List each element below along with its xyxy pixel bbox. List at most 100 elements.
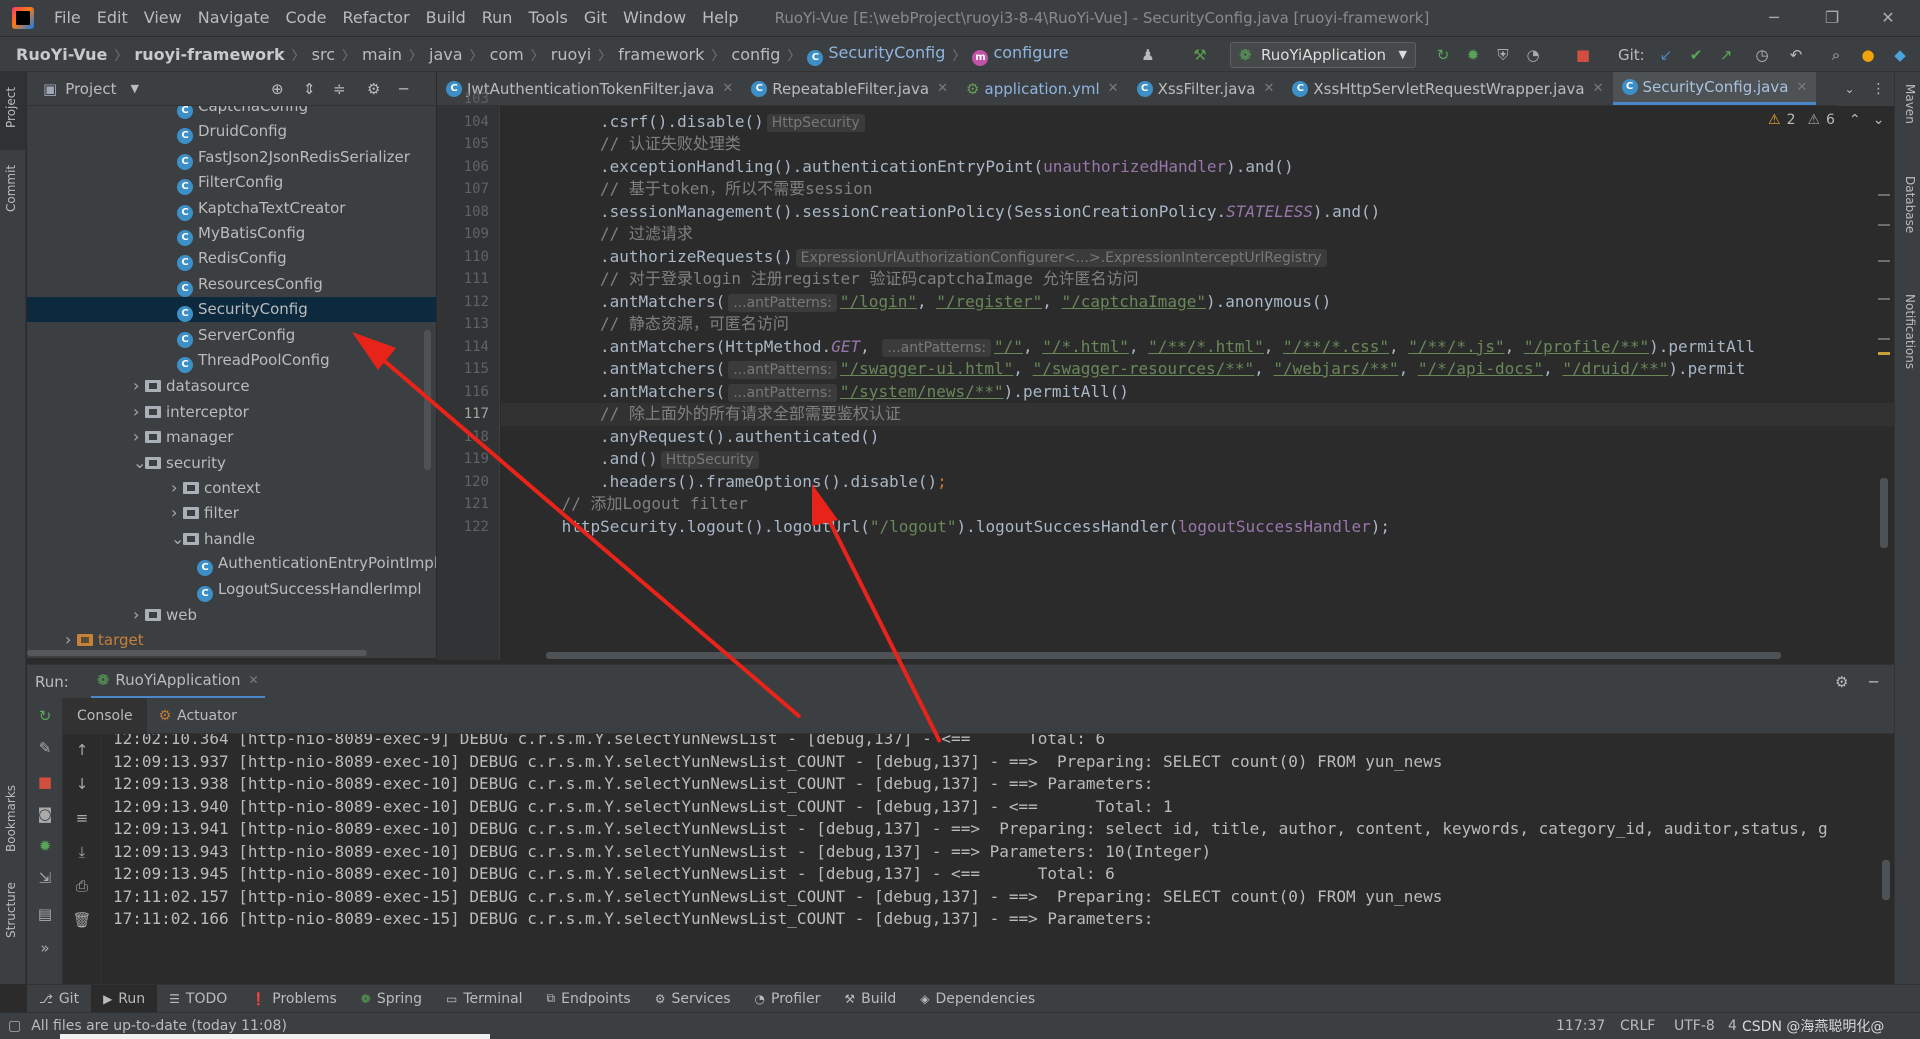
editor-tab-xsshttpservletrequestwrapper-java[interactable]: C XssHttpServletRequestWrapper.java ✕ — [1283, 72, 1612, 105]
user-icon[interactable]: ♟ — [1138, 45, 1158, 65]
breadcrumb-item[interactable]: config — [729, 45, 782, 64]
commit-tool-button[interactable]: Commit — [4, 165, 18, 212]
minimize-icon[interactable]: ─ — [1748, 0, 1800, 36]
git-commit-icon[interactable]: ✔ — [1686, 45, 1706, 65]
tree-item-redisconfig[interactable]: C RedisConfig — [27, 246, 436, 272]
locate-icon[interactable]: ⊕ — [271, 80, 284, 98]
close-tab-icon[interactable]: ✕ — [937, 81, 948, 96]
code-editor[interactable]: // CSRF禁用，因为不使用session.csrf().disable()H… — [501, 106, 1894, 660]
tree-item-securityconfig[interactable]: C SecurityConfig — [27, 297, 436, 323]
console-tab[interactable]: Console — [63, 697, 147, 734]
breadcrumb-item[interactable]: com — [488, 45, 526, 64]
close-tab-icon[interactable]: ✕ — [722, 81, 733, 96]
file-encoding[interactable]: UTF-8 — [1674, 1018, 1715, 1034]
search-icon[interactable]: ⌕ — [1826, 45, 1846, 65]
tree-item-serverconfig[interactable]: C ServerConfig — [27, 323, 436, 348]
menu-view[interactable]: View — [136, 0, 190, 36]
menu-file[interactable]: File — [46, 0, 89, 36]
breadcrumb-item[interactable]: ruoyi-framework — [132, 45, 286, 64]
bookmarks-tool-button[interactable]: Bookmarks — [4, 785, 18, 852]
gear-icon[interactable]: ⚙ — [1835, 673, 1848, 691]
tool-window-run[interactable]: ▶ Run — [91, 984, 158, 1013]
menu-code[interactable]: Code — [278, 0, 335, 36]
project-hscrollbar[interactable] — [27, 650, 367, 656]
tree-item-druidconfig[interactable]: C DruidConfig — [27, 119, 436, 145]
tool-window-build[interactable]: ⚒ Build — [832, 985, 908, 1013]
tree-item-security[interactable]: ⌄ security — [27, 450, 436, 475]
tool-window-git[interactable]: ⎇ Git — [27, 985, 91, 1013]
menu-edit[interactable]: Edit — [89, 0, 136, 36]
tree-item-context[interactable]: › context — [27, 475, 436, 500]
expanded-arrow-icon[interactable]: ⌄ — [171, 526, 184, 551]
breadcrumb-item[interactable]: main — [360, 45, 404, 64]
tool-window-terminal[interactable]: ▭ Terminal — [434, 985, 535, 1013]
collapsed-arrow-icon[interactable]: › — [133, 373, 145, 398]
tree-item-resourcesconfig[interactable]: C ResourcesConfig — [27, 272, 436, 297]
breadcrumb-item[interactable]: ruoyi — [549, 45, 593, 64]
tree-item-mybatisconfig[interactable]: C MyBatisConfig — [27, 221, 436, 246]
debug-icon[interactable]: ✹ — [35, 836, 55, 856]
close-tab-icon[interactable]: ✕ — [248, 673, 258, 687]
tool-window-endpoints[interactable]: ⧉ Endpoints — [535, 985, 643, 1013]
line-separator[interactable]: CRLF — [1620, 1018, 1655, 1034]
close-tab-icon[interactable]: ✕ — [1593, 81, 1604, 96]
project-tool-button[interactable]: Project — [4, 87, 18, 128]
hide-panel-icon[interactable]: ─ — [1869, 673, 1878, 691]
database-tool-button[interactable]: Database — [1903, 176, 1917, 233]
breadcrumb-item[interactable]: java — [427, 45, 465, 64]
editor-tab-application-yml[interactable]: ⚙ application.yml ✕ — [957, 72, 1128, 105]
menu-git[interactable]: Git — [576, 0, 615, 36]
console-output[interactable]: 12:02:10.364 [http-nio-8089-exec-9] DEBU… — [101, 734, 1894, 984]
jetbrains-icon[interactable]: ◆ — [1890, 45, 1910, 65]
error-stripe[interactable] — [1878, 138, 1890, 658]
tree-item-target[interactable]: › target — [27, 627, 436, 652]
wrench-icon[interactable]: ✎ — [35, 738, 55, 758]
tool-window-todo[interactable]: ☰ TODO — [157, 985, 239, 1013]
rerun-icon[interactable]: ↻ — [1433, 45, 1453, 65]
editor-tab-xssfilter-java[interactable]: C XssFilter.java ✕ — [1128, 72, 1284, 105]
console-vscrollbar[interactable] — [1882, 860, 1890, 900]
layout-icon[interactable]: ▤ — [35, 904, 55, 924]
collapsed-arrow-icon[interactable]: › — [133, 424, 145, 449]
menu-help[interactable]: Help — [694, 0, 746, 36]
scroll-to-end-icon[interactable]: ⤓ — [72, 842, 92, 862]
previous-highlight-icon[interactable]: ⌃ — [1849, 112, 1861, 128]
tree-item-filter[interactable]: › filter — [27, 500, 436, 525]
project-vscrollbar[interactable] — [424, 330, 431, 470]
menu-navigate[interactable]: Navigate — [190, 0, 278, 36]
tool-window-spring[interactable]: ❁ Spring — [349, 985, 434, 1013]
tool-window-dependencies[interactable]: ◈ Dependencies — [908, 985, 1047, 1013]
scroll-up-icon[interactable]: ↑ — [72, 740, 92, 760]
cursor-position[interactable]: 117:37 — [1556, 1018, 1605, 1034]
editor-tab-repeatablefilter-java[interactable]: C RepeatableFilter.java ✕ — [742, 72, 957, 105]
menu-refactor[interactable]: Refactor — [334, 0, 417, 36]
run-tab[interactable]: ❁ RuoYiApplication ✕ — [90, 665, 265, 699]
tree-item-authenticationentrypointimpl[interactable]: C AuthenticationEntryPointImpl — [27, 551, 436, 577]
soft-wrap-icon[interactable]: ≡ — [72, 808, 92, 828]
restore-icon[interactable]: ❐ — [1806, 0, 1858, 36]
menu-window[interactable]: Window — [615, 0, 694, 36]
inspection-widget[interactable]: ⚠ 2 ⚠ 6 ⌃ ⌄ — [1768, 112, 1884, 128]
profile-icon[interactable]: ◔ — [1523, 45, 1543, 65]
editor-hscrollbar[interactable] — [546, 652, 1781, 659]
maven-tool-button[interactable]: Maven — [1903, 84, 1917, 124]
tree-item-filterconfig[interactable]: C FilterConfig — [27, 170, 436, 196]
stop-icon[interactable]: ■ — [35, 772, 55, 792]
editor-vscrollbar[interactable] — [1880, 478, 1888, 548]
tree-item-handle[interactable]: ⌄ handle — [27, 526, 436, 551]
close-icon[interactable]: ✕ — [1862, 0, 1914, 36]
tool-window-profiler[interactable]: ◔ Profiler — [743, 985, 833, 1013]
more-icon[interactable]: » — [35, 938, 55, 958]
notifications-tool-button[interactable]: Notifications — [1903, 294, 1917, 369]
tree-item-datasource[interactable]: › datasource — [27, 373, 436, 398]
trash-icon[interactable]: 🗑 — [72, 910, 92, 930]
git-update-icon[interactable]: ↙ — [1656, 45, 1676, 65]
breadcrumb-item[interactable]: framework — [616, 45, 706, 64]
print-icon[interactable]: ⎙ — [72, 876, 92, 896]
tree-item-web[interactable]: › web — [27, 602, 436, 627]
tree-item-logoutsuccesshandlerimpl[interactable]: C LogoutSuccessHandlerImpl — [27, 577, 436, 602]
structure-tool-button[interactable]: Structure — [4, 882, 18, 938]
breadcrumb-item[interactable]: m configure — [970, 43, 1070, 66]
collapsed-arrow-icon[interactable]: › — [133, 399, 145, 424]
scroll-down-icon[interactable]: ↓ — [72, 774, 92, 794]
